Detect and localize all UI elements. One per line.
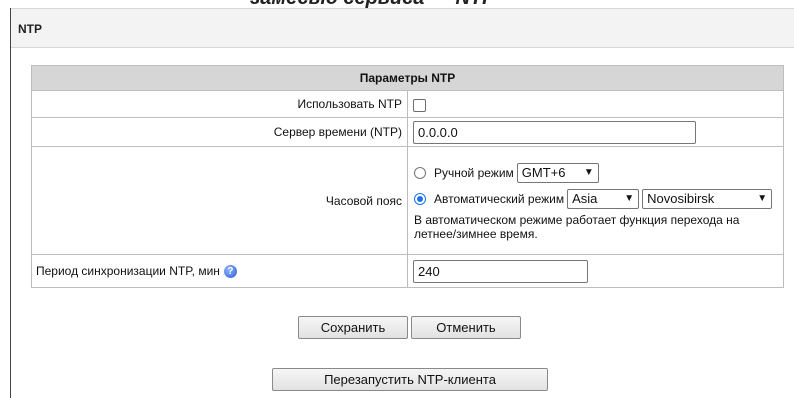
save-button[interactable]: Сохранить	[298, 316, 408, 339]
auto-mode-label: Автоматический режим	[434, 191, 565, 206]
period-label-cell: Период синхронизации NTP, мин?	[31, 254, 408, 288]
server-input[interactable]: 0.0.0.0	[413, 120, 696, 144]
panel-header: NTP	[11, 8, 794, 48]
page-left-border	[10, 8, 11, 398]
chevron-down-icon: ▼	[624, 193, 635, 204]
gmt-select[interactable]: GMT+6 ▼	[516, 162, 599, 183]
region-select-value: Asia	[572, 191, 598, 206]
period-cell: 240	[407, 254, 784, 288]
auto-mode-radio[interactable]	[414, 192, 426, 205]
timezone-cell: Ручной режим GMT+6 ▼ Автоматический режи…	[407, 146, 784, 255]
table-header: Параметры NTP	[31, 65, 784, 91]
restart-ntp-button[interactable]: Перезапустить NTP-клиента	[272, 368, 548, 391]
auto-mode-row: Автоматический режим Asia ▼ Novosibirsk …	[408, 186, 783, 212]
manual-mode-label: Ручной режим	[434, 165, 514, 180]
server-cell: 0.0.0.0	[407, 117, 784, 147]
city-select-value: Novosibirsk	[647, 191, 715, 206]
region-select[interactable]: Asia ▼	[567, 188, 640, 209]
period-input[interactable]: 240	[413, 259, 588, 283]
manual-mode-radio[interactable]	[414, 166, 426, 179]
ntp-params-table: Параметры NTP Использовать NTP Сервер вр…	[31, 65, 784, 288]
city-select[interactable]: Novosibirsk ▼	[642, 188, 773, 209]
chevron-down-icon: ▼	[757, 193, 768, 204]
use-ntp-cell	[407, 90, 784, 118]
timezone-note: В автоматическом режиме работает функция…	[414, 212, 740, 241]
cancel-button[interactable]: Отменить	[411, 316, 521, 339]
server-label: Сервер времени (NTP)	[31, 117, 408, 147]
help-icon[interactable]: ?	[223, 265, 237, 279]
timezone-label: Часовой пояс	[31, 146, 408, 255]
panel-title: NTP	[18, 22, 42, 36]
use-ntp-checkbox[interactable]	[413, 98, 426, 112]
manual-mode-row: Ручной режим GMT+6 ▼	[408, 160, 783, 186]
period-label: Период синхронизации NTP, мин	[36, 263, 220, 278]
gmt-select-value: GMT+6	[521, 165, 566, 180]
chevron-down-icon: ▼	[583, 167, 594, 178]
use-ntp-label: Использовать NTP	[31, 90, 408, 118]
